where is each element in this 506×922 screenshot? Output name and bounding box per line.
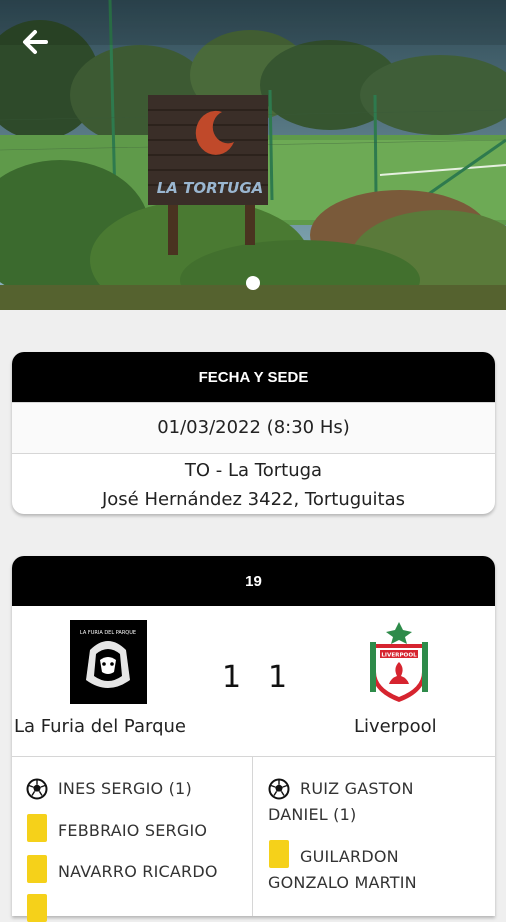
yellow-card-icon bbox=[27, 814, 47, 842]
home-booking-1: FEBBRAIO SERGIO bbox=[58, 821, 208, 840]
soccer-ball-icon bbox=[268, 778, 290, 800]
back-arrow-icon[interactable] bbox=[18, 24, 54, 60]
yellow-card-icon bbox=[27, 855, 47, 883]
home-logo-text: LA FURIA DEL PARQUE bbox=[80, 630, 136, 636]
carousel-indicator[interactable] bbox=[246, 276, 260, 290]
yellow-card-icon bbox=[27, 894, 47, 922]
venue-name: TO - La Tortuga bbox=[184, 460, 323, 481]
away-team-logo[interactable]: LIVERPOOL bbox=[366, 620, 432, 704]
venue-photo: LA TORTUGA bbox=[0, 0, 506, 310]
match-card-header: 19 bbox=[12, 556, 495, 606]
home-team-logo[interactable]: LA FURIA DEL PARQUE bbox=[70, 620, 147, 704]
away-goal-scorer-line1: RUIZ GASTON bbox=[300, 779, 414, 798]
away-score: 1 bbox=[268, 660, 288, 695]
away-booking-line2: GONZALO MARTIN bbox=[268, 873, 417, 892]
venue-card: FECHA Y SEDE 01/03/2022 (8:30 Hs) TO - L… bbox=[12, 352, 495, 514]
match-datetime: 01/03/2022 (8:30 Hs) bbox=[12, 402, 495, 453]
home-goal-scorer: INES SERGIO (1) bbox=[58, 779, 192, 798]
sign-text: LA TORTUGA bbox=[157, 179, 264, 197]
home-booking-2: NAVARRO RICARDO bbox=[58, 862, 218, 881]
away-booking-line1: GUILARDON bbox=[300, 847, 399, 866]
yellow-card-icon bbox=[269, 840, 289, 868]
soccer-ball-icon bbox=[26, 778, 48, 800]
away-goal-scorer-line2: DANIEL (1) bbox=[268, 805, 357, 824]
venue-info: TO - La Tortuga José Hernández 3422, Tor… bbox=[12, 453, 495, 514]
venue-address: José Hernández 3422, Tortuguitas bbox=[101, 489, 406, 510]
venue-card-header: FECHA Y SEDE bbox=[12, 352, 495, 402]
away-logo-text: LIVERPOOL bbox=[381, 653, 417, 659]
home-team-name: La Furia del Parque bbox=[14, 716, 187, 737]
away-team-name: Liverpool bbox=[354, 716, 437, 737]
home-score: 1 bbox=[222, 660, 242, 695]
